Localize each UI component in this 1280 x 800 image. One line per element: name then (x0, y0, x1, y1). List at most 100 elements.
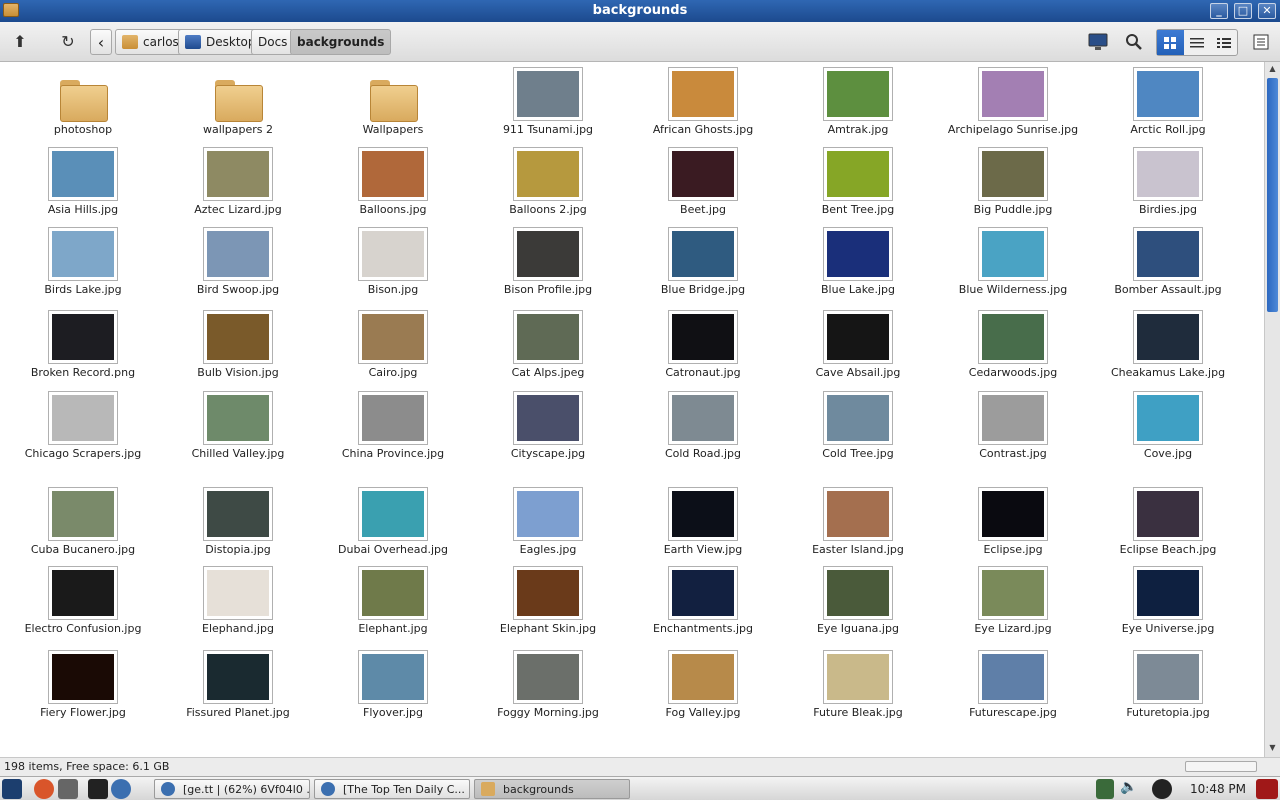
file-item[interactable]: Futurescape.jpg (938, 651, 1088, 719)
file-item[interactable]: Fiery Flower.jpg (8, 651, 158, 719)
breadcrumb-back-button[interactable]: ‹ (90, 29, 112, 55)
folder-item[interactable]: photoshop (8, 68, 158, 136)
file-item[interactable]: Bison Profile.jpg (473, 228, 623, 296)
file-item[interactable]: Eagles.jpg (473, 488, 623, 556)
file-item[interactable]: Cat Alps.jpeg (473, 311, 623, 379)
file-item[interactable]: Bison.jpg (318, 228, 468, 296)
file-item[interactable]: Cheakamus Lake.jpg (1093, 311, 1243, 379)
network-icon[interactable] (1096, 779, 1114, 799)
browser-icon[interactable] (111, 779, 131, 799)
reload-button[interactable]: ↻ (56, 28, 80, 55)
system-monitor-icon[interactable] (1256, 779, 1278, 799)
file-item[interactable]: African Ghosts.jpg (628, 68, 778, 136)
file-item[interactable]: Future Bleak.jpg (783, 651, 933, 719)
file-item[interactable]: Easter Island.jpg (783, 488, 933, 556)
file-item[interactable]: Chicago Scrapers.jpg (8, 392, 158, 460)
file-item[interactable]: Blue Lake.jpg (783, 228, 933, 296)
file-item[interactable]: Cedarwoods.jpg (938, 311, 1088, 379)
search-icon[interactable] (1122, 28, 1146, 55)
file-item[interactable]: Dubai Overhead.jpg (318, 488, 468, 556)
file-item[interactable]: Foggy Morning.jpg (473, 651, 623, 719)
file-item[interactable]: Distopia.jpg (163, 488, 313, 556)
go-up-button[interactable]: ⬆ (8, 28, 32, 55)
file-item[interactable]: Fissured Planet.jpg (163, 651, 313, 719)
breadcrumb-desktop[interactable]: Desktop (178, 29, 263, 55)
file-item[interactable]: Arctic Roll.jpg (1093, 68, 1243, 136)
file-item[interactable]: Cityscape.jpg (473, 392, 623, 460)
file-item[interactable]: Chilled Valley.jpg (163, 392, 313, 460)
task-topten[interactable]: [The Top Ten Daily C... (314, 779, 470, 799)
file-item[interactable]: Bent Tree.jpg (783, 148, 933, 216)
user-status-icon[interactable] (1152, 779, 1172, 799)
file-item[interactable]: Eye Iguana.jpg (783, 567, 933, 635)
scroll-down-arrow-icon[interactable]: ▼ (1267, 743, 1278, 755)
file-item[interactable]: Enchantments.jpg (628, 567, 778, 635)
file-item[interactable]: Big Puddle.jpg (938, 148, 1088, 216)
file-item[interactable]: Birds Lake.jpg (8, 228, 158, 296)
file-item[interactable]: Cold Road.jpg (628, 392, 778, 460)
file-item[interactable]: Elephand.jpg (163, 567, 313, 635)
file-item[interactable]: Archipelago Sunrise.jpg (938, 68, 1088, 136)
file-item[interactable]: Contrast.jpg (938, 392, 1088, 460)
file-name-label: Bison Profile.jpg (503, 283, 593, 296)
file-item[interactable]: Elephant.jpg (318, 567, 468, 635)
file-item[interactable]: Birdies.jpg (1093, 148, 1243, 216)
file-item[interactable]: Asia Hills.jpg (8, 148, 158, 216)
maximize-button[interactable]: □ (1234, 3, 1252, 19)
file-item[interactable]: Aztec Lizard.jpg (163, 148, 313, 216)
file-item[interactable]: Eye Lizard.jpg (938, 567, 1088, 635)
file-item[interactable]: Cairo.jpg (318, 311, 468, 379)
vertical-scrollbar[interactable]: ▲ ▼ (1264, 62, 1280, 757)
task-backgrounds[interactable]: backgrounds (474, 779, 630, 799)
compact-view-button[interactable] (1210, 30, 1237, 55)
file-item[interactable]: Balloons.jpg (318, 148, 468, 216)
file-item[interactable]: Cold Tree.jpg (783, 392, 933, 460)
file-item[interactable]: Broken Record.png (8, 311, 158, 379)
file-item[interactable]: Eclipse.jpg (938, 488, 1088, 556)
breadcrumb-backgrounds[interactable]: backgrounds (290, 29, 392, 55)
ubuntu-menu-icon[interactable] (34, 779, 54, 799)
settings-icon[interactable] (58, 779, 78, 799)
file-item[interactable]: Bomber Assault.jpg (1093, 228, 1243, 296)
file-item[interactable]: Beet.jpg (628, 148, 778, 216)
file-item[interactable]: Fog Valley.jpg (628, 651, 778, 719)
image-thumbnail (514, 311, 582, 363)
file-item[interactable]: Catronaut.jpg (628, 311, 778, 379)
volume-icon[interactable]: 🔈 (1120, 779, 1138, 799)
file-item[interactable]: Bird Swoop.jpg (163, 228, 313, 296)
scroll-up-arrow-icon[interactable]: ▲ (1267, 64, 1278, 76)
breadcrumb-docs[interactable]: Docs (251, 29, 295, 55)
file-item[interactable]: 911 Tsunami.jpg (473, 68, 623, 136)
file-item[interactable]: China Province.jpg (318, 392, 468, 460)
file-item[interactable]: Cove.jpg (1093, 392, 1243, 460)
file-item[interactable]: Cave Absail.jpg (783, 311, 933, 379)
image-thumbnail (979, 148, 1047, 200)
menu-icon[interactable] (1250, 28, 1272, 55)
folder-item[interactable]: Wallpapers (318, 68, 468, 136)
list-view-button[interactable] (1184, 30, 1211, 55)
task-gett[interactable]: [ge.tt | (62%) 6Vf04l0 ... (154, 779, 310, 799)
file-item[interactable]: Eclipse Beach.jpg (1093, 488, 1243, 556)
folder-item[interactable]: wallpapers 2 (163, 68, 313, 136)
file-item[interactable]: Balloons 2.jpg (473, 148, 623, 216)
file-item[interactable]: Blue Bridge.jpg (628, 228, 778, 296)
breadcrumb-carlos[interactable]: carlos (115, 29, 186, 55)
minimize-button[interactable]: _ (1210, 3, 1228, 19)
file-item[interactable]: Eye Universe.jpg (1093, 567, 1243, 635)
terminal-launcher-icon[interactable] (2, 779, 22, 799)
file-item[interactable]: Electro Confusion.jpg (8, 567, 158, 635)
scrollbar-thumb[interactable] (1267, 78, 1278, 312)
file-item[interactable]: Elephant Skin.jpg (473, 567, 623, 635)
computer-icon[interactable] (1086, 28, 1110, 55)
zoom-slider[interactable] (1185, 761, 1257, 772)
icon-view-button[interactable] (1157, 30, 1184, 55)
file-item[interactable]: Cuba Bucanero.jpg (8, 488, 158, 556)
close-button[interactable]: ✕ (1258, 3, 1276, 19)
file-item[interactable]: Futuretopia.jpg (1093, 651, 1243, 719)
file-item[interactable]: Blue Wilderness.jpg (938, 228, 1088, 296)
file-item[interactable]: Flyover.jpg (318, 651, 468, 719)
file-item[interactable]: Earth View.jpg (628, 488, 778, 556)
file-item[interactable]: Bulb Vision.jpg (163, 311, 313, 379)
file-item[interactable]: Amtrak.jpg (783, 68, 933, 136)
terminal-icon[interactable] (88, 779, 108, 799)
